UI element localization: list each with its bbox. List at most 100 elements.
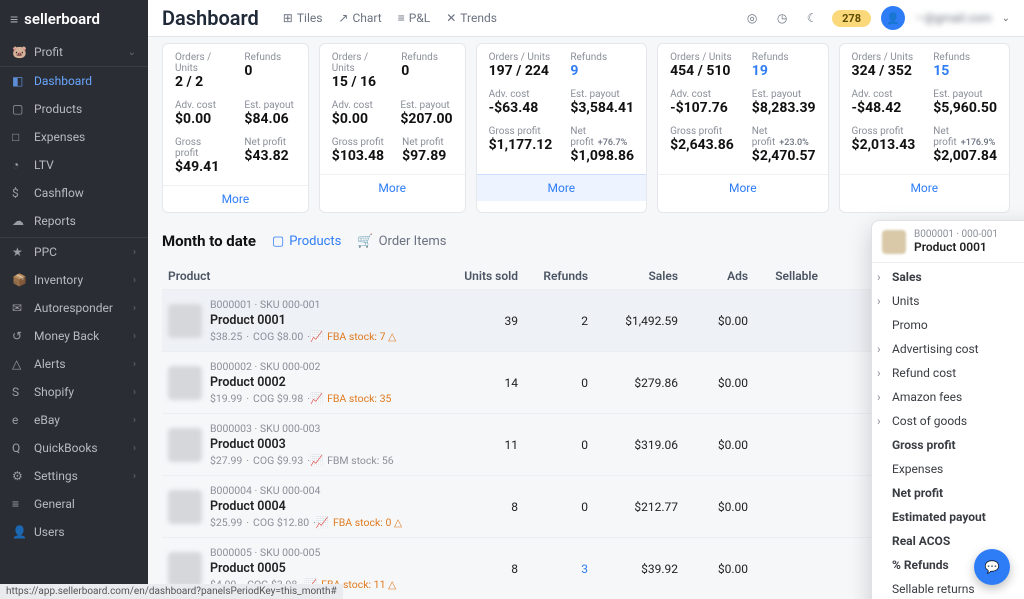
popover-row: Expenses$0.00 <box>872 457 1024 481</box>
ebay-icon: e <box>12 413 26 427</box>
viewtab-chart[interactable]: ↗Chart <box>338 11 381 25</box>
popover-name: Product 0001 <box>914 240 998 254</box>
tile-more-link[interactable]: More <box>840 174 1009 201</box>
popover-row[interactable]: Cost of goods-$312.00 <box>872 409 1024 433</box>
target-icon[interactable]: ◎ <box>742 8 762 28</box>
col-sales[interactable]: Sales <box>588 269 678 283</box>
viewtab-pl[interactable]: ≡P&L <box>398 11 431 25</box>
tile-more-link[interactable]: More <box>163 185 308 212</box>
viewtab-tiles[interactable]: ⊞Tiles <box>283 11 323 25</box>
logo: ≡ sellerboard <box>0 0 148 38</box>
menu-icon[interactable]: ≡ <box>10 11 18 28</box>
popover-asin: B000001 · 000-001 <box>914 229 998 240</box>
sidebar-profit[interactable]: 🐷Profit ⌄ <box>0 38 148 67</box>
sidebar-item-autoresponder[interactable]: ✉Autoresponder› <box>0 294 148 322</box>
settings-icon: ⚙ <box>12 469 26 483</box>
col-ads[interactable]: Ads <box>678 269 748 283</box>
sidebar-item-expenses[interactable]: □Expenses <box>0 123 148 151</box>
tab-products[interactable]: ▢ Products <box>272 234 341 249</box>
sidebar: ≡ sellerboard 🐷Profit ⌄ ◧Dashboard▢Produ… <box>0 0 148 599</box>
col-sellable[interactable]: Sellable <box>748 269 818 283</box>
popover-row[interactable]: Sales$1,492.59 <box>872 265 1024 289</box>
status-bar: https://app.sellerboard.com/en/dashboard… <box>0 584 343 599</box>
tile-more-link[interactable]: More <box>320 174 465 201</box>
expenses-icon: □ <box>12 130 26 144</box>
summary-tile-1: Orders / Units15 / 16Refunds0Adv. cost$0… <box>319 43 466 213</box>
chevron-right-icon: › <box>133 443 136 454</box>
col-units[interactable]: Units sold <box>448 269 518 283</box>
summary-tile-3: Orders / Units454 / 510Refunds19Adv. cos… <box>657 43 828 213</box>
reports-icon: ☁ <box>12 214 26 228</box>
alerts-icon: △ <box>12 357 26 371</box>
sidebar-item-quickbooks[interactable]: QQuickBooks› <box>0 434 148 462</box>
sidebar-item-ppc[interactable]: ★PPC› <box>0 238 148 266</box>
chevron-down-icon[interactable]: ⌄ <box>1002 13 1010 24</box>
products-icon: ▢ <box>12 102 26 116</box>
popover-row: Estimated payout$977.72 <box>872 505 1024 529</box>
product-thumb <box>882 230 906 254</box>
sidebar-item-general[interactable]: ≡General <box>0 490 148 518</box>
sidebar-item-ltv[interactable]: ◔LTV <box>0 151 148 179</box>
view-tabs: ⊞Tiles ↗Chart ≡P&L ✕Trends <box>283 11 497 25</box>
sidebar-item-money-back[interactable]: ↺Money Back› <box>0 322 148 350</box>
sidebar-item-alerts[interactable]: △Alerts› <box>0 350 148 378</box>
popover-row: Gross profit$665.72 <box>872 433 1024 457</box>
popover-row[interactable]: Units39 <box>872 289 1024 313</box>
product-thumb <box>168 490 202 524</box>
viewtab-trends[interactable]: ✕Trends <box>446 11 497 25</box>
sidebar-item-products[interactable]: ▢Products <box>0 95 148 123</box>
section-title: Month to date <box>162 232 256 250</box>
avatar[interactable]: 👤 <box>881 6 905 30</box>
autoresponder-icon: ✉ <box>12 301 26 315</box>
quickbooks-icon: Q <box>12 441 26 455</box>
inventory-icon: 📦 <box>12 273 26 287</box>
popover-row: Promo$0.00 <box>872 313 1024 337</box>
chevron-down-icon: ⌄ <box>128 47 136 58</box>
dashboard-icon: ◧ <box>12 74 26 88</box>
cashflow-icon: $ <box>12 186 26 200</box>
users-icon: 👤 <box>12 525 26 539</box>
summary-tile-0: Orders / Units2 / 2Refunds0Adv. cost$0.0… <box>162 43 309 213</box>
product-thumb <box>168 366 202 400</box>
sidebar-item-cashflow[interactable]: $Cashflow <box>0 179 148 207</box>
topbar: Dashboard ⊞Tiles ↗Chart ≡P&L ✕Trends ◎ ◷ ☾ … <box>148 0 1024 37</box>
summary-tile-4: Orders / Units324 / 352Refunds15Adv. cos… <box>839 43 1010 213</box>
col-product[interactable]: Product <box>168 269 448 283</box>
col-refunds[interactable]: Refunds <box>518 269 588 283</box>
tile-more-link[interactable]: More <box>658 174 827 201</box>
chevron-right-icon: › <box>133 275 136 286</box>
tab-order-items[interactable]: 🛒 Order Items <box>357 234 446 249</box>
product-thumb <box>168 428 202 462</box>
tile-more-link[interactable]: More <box>477 174 646 201</box>
summary-tile-2: Orders / Units197 / 224Refunds9Adv. cost… <box>476 43 647 213</box>
chevron-right-icon: › <box>133 247 136 258</box>
popover-row: Real ACOS0.00% <box>872 529 1024 553</box>
popover-row[interactable]: Refund cost-$67.32 <box>872 361 1024 385</box>
sidebar-item-settings[interactable]: ⚙Settings› <box>0 462 148 490</box>
tiles-row: Orders / Units2 / 2Refunds0Adv. cost$0.0… <box>162 43 1010 213</box>
product-detail-popover: B000001 · 000-001 Product 0001 ✕ Sales$1… <box>871 220 1024 599</box>
user-email[interactable]: —@gmail.com <box>915 11 992 25</box>
popover-row: Net profit$665.72 <box>872 481 1024 505</box>
ppc-icon: ★ <box>12 245 26 259</box>
notification-badge[interactable]: 278 <box>832 10 871 27</box>
money-back-icon: ↺ <box>12 329 26 343</box>
sidebar-item-dashboard[interactable]: ◧Dashboard <box>0 67 148 95</box>
sidebar-item-users[interactable]: 👤Users <box>0 518 148 546</box>
chat-button[interactable]: 💬 <box>974 549 1010 585</box>
chevron-right-icon: › <box>133 303 136 314</box>
sidebar-item-shopify[interactable]: SShopify› <box>0 378 148 406</box>
moon-icon[interactable]: ☾ <box>802 8 822 28</box>
content: Orders / Units2 / 2Refunds0Adv. cost$0.0… <box>148 37 1024 599</box>
chevron-right-icon: › <box>133 359 136 370</box>
popover-row[interactable]: Amazon fees-$447.55 <box>872 385 1024 409</box>
clock-icon[interactable]: ◷ <box>772 8 792 28</box>
page-title: Dashboard <box>162 6 259 30</box>
sidebar-item-reports[interactable]: ☁Reports <box>0 207 148 235</box>
sidebar-item-inventory[interactable]: 📦Inventory› <box>0 266 148 294</box>
top-actions: ◎ ◷ ☾ 278 👤 —@gmail.com ⌄ <box>742 6 1010 30</box>
product-thumb <box>168 304 202 338</box>
general-icon: ≡ <box>12 497 26 511</box>
sidebar-item-ebay[interactable]: eeBay› <box>0 406 148 434</box>
popover-row[interactable]: Advertising cost$0.00 <box>872 337 1024 361</box>
